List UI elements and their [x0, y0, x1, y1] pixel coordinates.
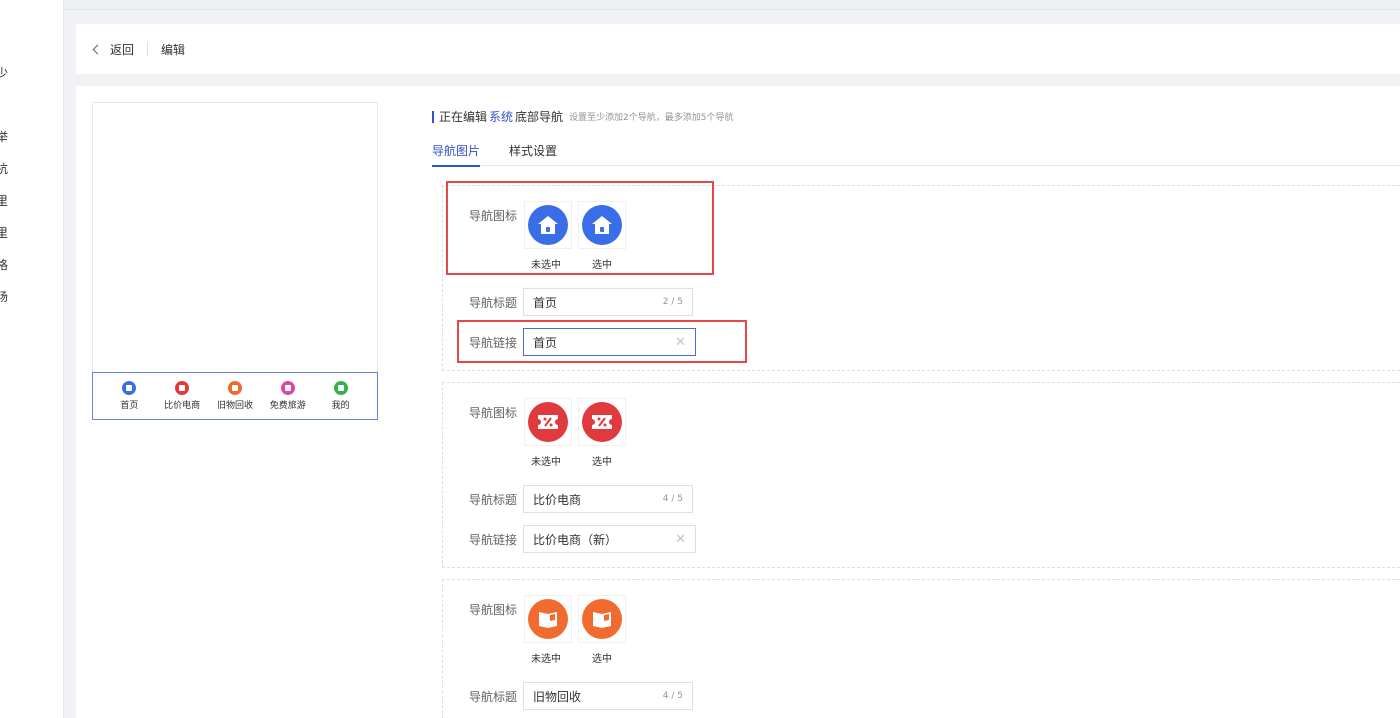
- box-icon: [528, 599, 568, 639]
- sidebar-item-fragment[interactable]: 格: [0, 256, 8, 273]
- nav-icon-label: 导航图标: [469, 603, 518, 617]
- coupon-icon: [175, 381, 190, 395]
- preview-nav-label: 旧物回收: [216, 401, 253, 411]
- home-icon: [122, 381, 137, 395]
- back-label: 返回: [110, 43, 135, 57]
- nav-title-label: 导航标题: [469, 296, 518, 310]
- sidebar-item-fragment[interactable]: 里: [0, 192, 8, 209]
- preview-nav-label: 首页: [120, 401, 139, 411]
- unselected-icon-upload[interactable]: [524, 595, 572, 643]
- editor-title: 正在编辑 系统 底部导航 设置至少添加2个导航，最多添加5个导航: [432, 108, 734, 125]
- char-count: 4 / 5: [662, 691, 683, 701]
- preview-nav-item-compare[interactable]: 比价电商: [158, 381, 206, 411]
- nav-title-input[interactable]: 首页 2 / 5: [523, 288, 693, 316]
- nav-title-value: 比价电商: [533, 492, 582, 507]
- sidebar-item-fragment[interactable]: 里: [0, 224, 8, 241]
- coupon-icon: [582, 402, 622, 442]
- nav-title-input[interactable]: 旧物回收 4 / 5: [523, 682, 693, 710]
- char-count: 4 / 5: [662, 494, 683, 504]
- editor-title-accent: 系统: [489, 110, 514, 124]
- unselected-caption: 未选中: [531, 654, 561, 665]
- selected-icon-upload[interactable]: [578, 398, 626, 446]
- title-accent-bar: [432, 110, 434, 123]
- editor-title-suffix: 底部导航: [515, 110, 564, 124]
- nav-link-input[interactable]: 比价电商（新） ✕: [523, 525, 696, 553]
- selected-caption: 选中: [592, 654, 612, 665]
- nav-link-value: 比价电商（新）: [533, 532, 618, 547]
- editor-title-prefix: 正在编辑: [439, 110, 488, 124]
- back-button[interactable]: 返回: [92, 41, 135, 58]
- nav-icon-label: 导航图标: [469, 406, 518, 420]
- preview-nav-item-home[interactable]: 首页: [105, 381, 153, 411]
- nav-title-label: 导航标题: [469, 493, 518, 507]
- unselected-caption: 未选中: [531, 457, 561, 468]
- tab-style-settings[interactable]: 样式设置: [509, 142, 557, 165]
- chat-icon: [333, 381, 348, 395]
- page-title: 编辑: [161, 43, 186, 57]
- selected-caption: 选中: [592, 457, 612, 468]
- chevron-left-icon: [92, 44, 103, 55]
- top-bar: [64, 0, 1400, 10]
- divider: [147, 42, 148, 56]
- nav-title-input[interactable]: 比价电商 4 / 5: [523, 485, 693, 513]
- selected-icon-upload[interactable]: [578, 595, 626, 643]
- clear-icon[interactable]: ✕: [675, 532, 686, 547]
- unselected-icon-upload[interactable]: [524, 398, 572, 446]
- nav-title-value: 首页: [533, 295, 558, 310]
- sidebar-item-fragment[interactable]: 举: [0, 128, 8, 145]
- preview-nav-label: 我的: [331, 401, 350, 411]
- box-icon: [582, 599, 622, 639]
- location-icon: [280, 381, 295, 395]
- nav-link-label: 导航链接: [469, 533, 518, 547]
- preview-nav-label: 免费旅游: [269, 401, 306, 411]
- highlight-box-link: [457, 320, 747, 363]
- main-content: 首页 比价电商 旧物回收 免费旅游 我的 正在编辑 系统 底部导航 设置至少添加…: [76, 86, 1400, 718]
- preview-nav-label: 比价电商: [164, 401, 201, 411]
- nav-item-card: 导航图标 未选中 选中 导航标题 旧物回收 4 / 5: [442, 579, 1400, 718]
- preview-nav-item-recycle[interactable]: 旧物回收: [211, 381, 259, 411]
- preview-nav-item-travel[interactable]: 免费旅游: [264, 381, 312, 411]
- nav-item-card: 导航图标 未选中 选中 导航标题 比价电商 4 / 5 导航链接 比价电商（新）…: [442, 382, 1400, 568]
- tab-nav-images[interactable]: 导航图片: [432, 142, 481, 167]
- coupon-icon: [528, 402, 568, 442]
- editor-tabs: 导航图片 样式设置: [432, 142, 1400, 167]
- sidebar: 少 举 杭 里 里 格 场: [0, 0, 64, 718]
- preview-bottom-nav[interactable]: 首页 比价电商 旧物回收 免费旅游 我的: [92, 372, 378, 420]
- preview-nav-item-mine[interactable]: 我的: [317, 381, 365, 411]
- sidebar-item-fragment[interactable]: 少: [0, 64, 8, 81]
- box-icon: [227, 381, 242, 395]
- sidebar-item-fragment[interactable]: 场: [0, 288, 8, 305]
- nav-title-label: 导航标题: [469, 690, 518, 704]
- page-header: 返回 编辑: [76, 24, 1400, 74]
- nav-title-value: 旧物回收: [533, 689, 582, 704]
- char-count: 2 / 5: [662, 297, 683, 307]
- sidebar-item-fragment[interactable]: 杭: [0, 160, 8, 177]
- highlight-box-icon: [446, 181, 714, 275]
- phone-preview: 首页 比价电商 旧物回收 免费旅游 我的: [92, 102, 378, 420]
- editor-hint: 设置至少添加2个导航，最多添加5个导航: [569, 113, 734, 123]
